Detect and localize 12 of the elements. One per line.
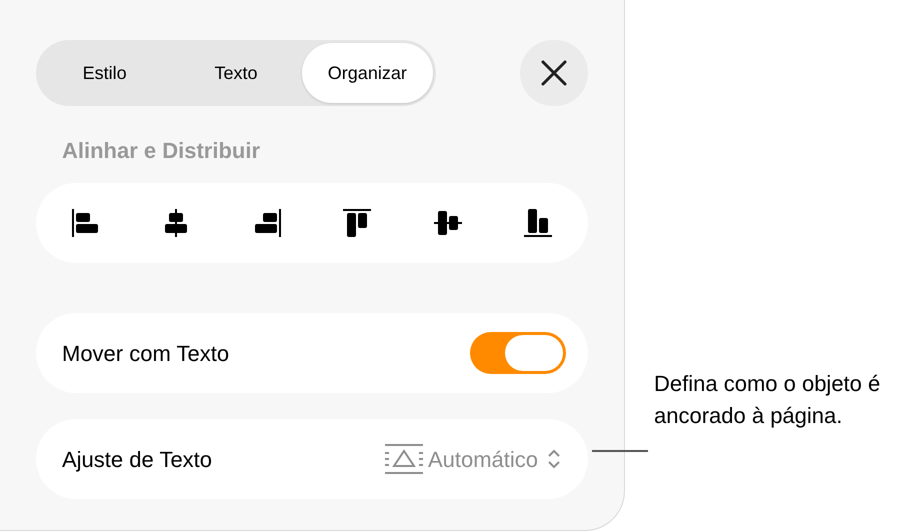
callout-text: Defina como o objeto é ancorado à página. xyxy=(654,370,882,430)
tab[interactable]: Estilo xyxy=(39,43,170,103)
close-icon xyxy=(540,59,568,87)
leader-line xyxy=(592,450,648,452)
setting-label: Ajuste de Texto xyxy=(62,446,212,474)
toggle-knob xyxy=(505,335,563,371)
chevron-updown-icon xyxy=(546,448,562,470)
tab[interactable]: Texto xyxy=(170,43,302,103)
setting-label: Mover com Texto xyxy=(62,340,230,368)
toggle-switch[interactable] xyxy=(470,332,566,374)
section-title: Alinhar e Distribuir xyxy=(62,137,262,165)
tab[interactable]: Organizar xyxy=(302,43,433,103)
